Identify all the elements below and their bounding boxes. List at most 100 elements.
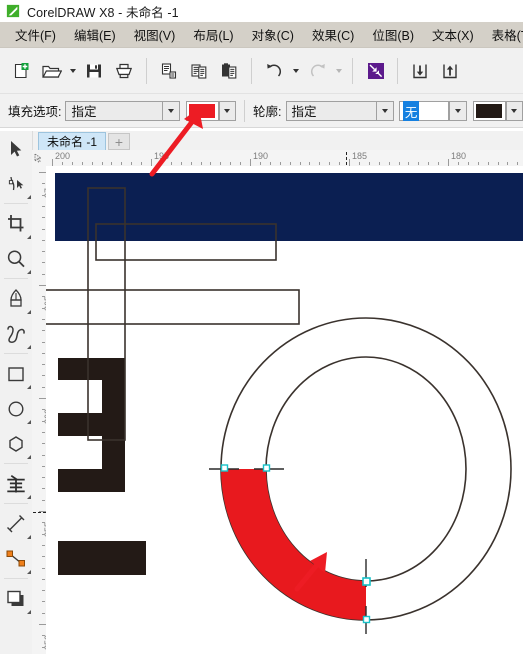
vertical-ruler[interactable]: 27 265 260 255 250 <box>32 166 47 654</box>
pick-arrow-icon <box>11 140 22 156</box>
horizontal-ruler[interactable]: 200 195 190 185 180 <box>46 150 523 167</box>
outline-mode-combo[interactable]: 指定 <box>285 100 394 121</box>
ruler-minor-tick <box>408 162 410 165</box>
fill-options-label: 填充选项: <box>8 105 62 119</box>
open-button[interactable] <box>36 54 66 88</box>
menu-text[interactable]: 文本(X) <box>423 23 483 46</box>
fill-color-swatch[interactable] <box>185 100 219 121</box>
tool-crop[interactable] <box>0 206 32 241</box>
tool-connector[interactable] <box>0 541 32 576</box>
menu-bitmap[interactable]: 位图(B) <box>363 23 423 46</box>
open-dropdown-arrow[interactable] <box>66 54 79 88</box>
ruler-minor-tick <box>42 612 45 614</box>
tool-shape[interactable] <box>0 166 32 201</box>
export-button[interactable] <box>435 54 465 88</box>
zoom-fit-button[interactable] <box>360 54 390 88</box>
tool-text[interactable] <box>0 466 32 501</box>
ruler-minor-tick <box>497 162 499 165</box>
tool-pick[interactable] <box>0 131 32 166</box>
paste-button[interactable] <box>214 54 244 88</box>
undo-dropdown-arrow[interactable] <box>289 54 302 88</box>
ruler-minor-tick <box>42 567 45 569</box>
redo-dropdown-arrow <box>332 54 345 88</box>
ruler-minor-tick <box>42 499 45 501</box>
fill-mode-dropdown-button[interactable] <box>161 101 179 120</box>
ruler-minor-tick <box>42 431 45 433</box>
title-bar: CorelDRAW X8 - 未命名 -1 <box>0 0 523 22</box>
tool-drop-shadow[interactable] <box>0 581 32 616</box>
zoom-to-fit-icon <box>367 63 384 79</box>
ruler-minor-tick <box>517 162 519 165</box>
copy-button[interactable] <box>184 54 214 88</box>
ruler-minor-tick <box>71 162 73 165</box>
import-button[interactable] <box>405 54 435 88</box>
cross-vertical-bar[interactable] <box>87 187 126 441</box>
undo-button[interactable] <box>259 54 289 88</box>
ruler-minor-tick <box>42 409 45 411</box>
ruler-minor-tick <box>438 162 440 165</box>
property-bar: 填充选项: 指定 轮廓: 指定 无 <box>0 94 523 128</box>
outline-width-dropdown-button[interactable] <box>449 100 467 121</box>
ruler-minor-tick <box>42 296 45 298</box>
flyout-arrow-icon <box>27 570 31 574</box>
fill-mode-combo[interactable]: 指定 <box>65 100 180 121</box>
tool-ellipse[interactable] <box>0 391 32 426</box>
ruler-minor-tick <box>42 262 45 264</box>
menu-edit[interactable]: 编辑(E) <box>65 23 125 46</box>
ruler-minor-tick <box>141 162 143 165</box>
menu-view[interactable]: 视图(V) <box>125 23 185 46</box>
ruler-minor-tick <box>477 162 479 165</box>
fill-color-chip <box>189 103 216 118</box>
ruler-minor-tick <box>457 162 459 165</box>
outline-color-dropdown-button[interactable] <box>505 100 523 121</box>
cross-lower-horizontal-bar[interactable] <box>46 289 300 325</box>
fill-color-dropdown-button[interactable] <box>218 100 237 121</box>
doc-tab-untitled-1[interactable]: 未命名 -1 <box>38 132 107 150</box>
drawing-canvas[interactable] <box>46 166 523 654</box>
ruler-origin-button[interactable] <box>32 150 47 167</box>
shape-node-edit-icon <box>8 176 24 190</box>
ruler-minor-tick <box>42 646 45 648</box>
new-button[interactable] <box>6 54 36 88</box>
tool-polygon[interactable] <box>0 426 32 461</box>
cross-upper-horizontal-bar[interactable] <box>95 223 277 261</box>
ruler-minor-tick <box>170 162 172 165</box>
coreldraw-window: CorelDRAW X8 - 未命名 -1 文件(F) 编辑(E) 视图(V) … <box>0 0 523 654</box>
tool-zoom[interactable] <box>0 241 32 276</box>
ruler-minor-tick <box>111 162 113 165</box>
tool-freehand[interactable] <box>0 281 32 316</box>
outline-width-input[interactable]: 无 <box>398 100 450 121</box>
ruler-minor-tick <box>368 162 370 165</box>
menu-effects[interactable]: 效果(C) <box>303 23 363 46</box>
menu-file[interactable]: 文件(F) <box>6 23 65 46</box>
menu-table[interactable]: 表格(T <box>483 23 523 46</box>
ruler-minor-tick <box>42 239 45 241</box>
tool-dimension[interactable] <box>0 506 32 541</box>
ruler-minor-tick <box>42 465 45 467</box>
chevron-down-icon <box>69 68 76 73</box>
ruler-minor-tick <box>329 162 331 165</box>
property-bar-separator <box>244 99 246 122</box>
inner-ellipse[interactable] <box>265 356 467 582</box>
flyout-arrow-icon <box>27 270 31 274</box>
cut-button[interactable] <box>154 54 184 88</box>
ruler-minor-tick <box>210 162 212 165</box>
outline-mode-dropdown-button[interactable] <box>375 101 393 120</box>
ruler-minor-tick <box>42 488 45 490</box>
tool-artistic-media[interactable] <box>0 316 32 351</box>
ruler-minor-tick <box>42 443 45 445</box>
vector-artwork[interactable] <box>46 166 523 654</box>
outline-label: 轮廓: <box>253 105 282 119</box>
undo-arrow-icon <box>266 63 281 77</box>
redo-button <box>302 54 332 88</box>
flyout-arrow-icon <box>27 420 31 424</box>
tool-rectangle[interactable] <box>0 356 32 391</box>
red-pie-arc[interactable] <box>221 469 366 620</box>
menu-layout[interactable]: 布局(L) <box>184 23 242 46</box>
add-document-tab-button[interactable]: + <box>108 133 131 150</box>
ruler-minor-tick <box>42 556 45 558</box>
print-button[interactable] <box>109 54 139 88</box>
menu-object[interactable]: 对象(C) <box>243 23 303 46</box>
save-button[interactable] <box>79 54 109 88</box>
outline-color-swatch[interactable] <box>472 100 506 121</box>
